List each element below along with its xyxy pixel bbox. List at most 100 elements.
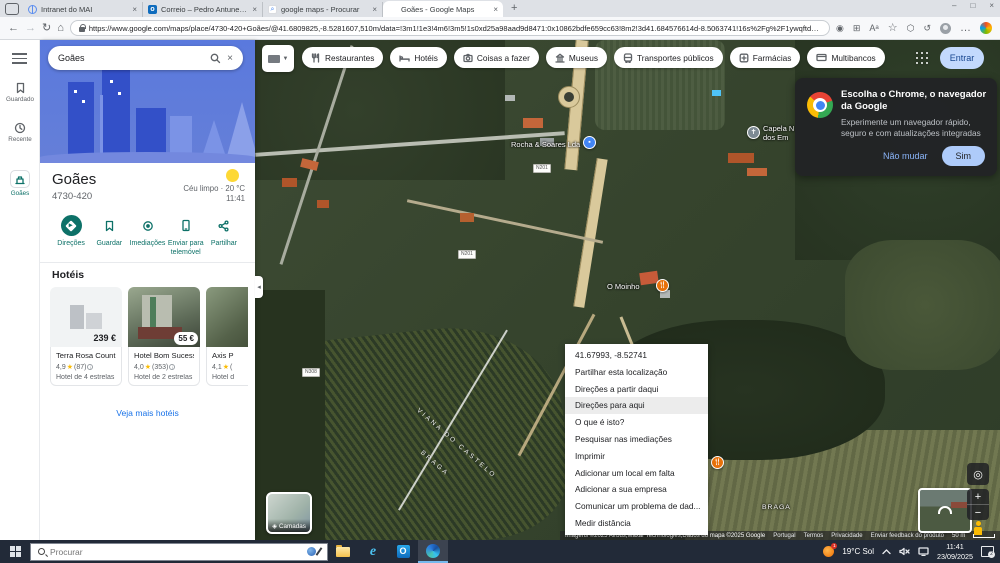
read-aloud-icon[interactable]: Aᵃ [869,23,878,33]
map-label-business[interactable]: Rocha & Soares Lda [511,140,580,149]
tab-intranet[interactable]: Intranet do MAI × [23,2,143,17]
menu-item-share-location[interactable]: Partilhar esta localização [565,364,708,381]
copilot-icon[interactable] [980,22,992,34]
chip-things-to-do[interactable]: Coisas a fazer [453,47,539,68]
google-apps-grid-icon[interactable] [916,52,929,65]
hotel-card[interactable]: Axis P 4,1 ★ ( Hotel d [206,287,248,397]
promo-accept-button[interactable]: Sim [941,146,985,166]
share-button[interactable]: Partilhar [205,215,243,258]
action-center-icon[interactable]: 2 [981,546,995,558]
attribution-link[interactable]: Privacidade [831,533,862,539]
sidebar-item-saved[interactable]: Guardado [0,82,40,103]
forward-icon[interactable]: → [25,22,36,34]
url-text[interactable]: https://www.google.com/maps/place/4730-4… [89,24,821,33]
taskbar-search-input[interactable] [50,546,302,557]
menu-item-measure-distance[interactable]: Medir distância [565,515,708,532]
tab-google-maps-active[interactable]: Goães - Google Maps × [383,1,503,17]
internet-explorer-icon[interactable]: e [358,540,388,563]
profile-avatar[interactable] [940,22,951,34]
chip-transit[interactable]: Transportes públicos [613,47,723,68]
collapse-panel-button[interactable]: ◂ [255,276,263,298]
split-screen-icon[interactable]: ⊞ [853,23,861,33]
sign-in-button[interactable]: Entrar [940,47,984,69]
start-button[interactable] [0,540,30,563]
chip-restaurants[interactable]: Restaurantes [302,47,384,68]
layers-widget[interactable]: ◈ Camadas [266,492,312,534]
menu-item-directions-to[interactable]: Direções para aqui [565,397,708,415]
nearby-button[interactable]: Imediações [128,215,166,258]
tab-search[interactable]: ⌕ google maps - Procurar × [263,2,383,17]
tab-outlook[interactable]: o Correio – Pedro Antunes – Outlo × [143,2,263,17]
taskbar-clock[interactable]: 11:41 23/09/2025 [937,542,973,561]
menu-item-directions-from[interactable]: Direções a partir daqui [565,381,708,398]
zoom-in-button[interactable]: + [967,489,989,505]
refresh-icon[interactable]: ↻ [42,22,51,34]
file-explorer-icon[interactable] [328,540,358,563]
outlook-taskbar-icon[interactable]: O [388,540,418,563]
close-tab-icon[interactable]: × [372,5,377,14]
see-more-hotels-link[interactable]: Veja mais hotéis [40,408,255,418]
edge-taskbar-icon[interactable] [418,540,448,563]
restaurant-marker[interactable]: 🍴︎ [656,279,669,292]
close-tab-icon[interactable]: × [252,5,257,14]
tray-expand-icon[interactable] [882,548,891,555]
poi-marker[interactable]: 🍴︎ [711,456,724,469]
chip-hotels[interactable]: Hotéis [390,47,447,68]
search-icon[interactable] [210,53,221,64]
menu-item-whats-here[interactable]: O que é isto? [565,414,708,431]
extensions-icon[interactable]: ⬡ [907,23,915,33]
menu-item-add-missing-place[interactable]: Adicionar um local em falta [565,465,708,482]
close-window-button[interactable]: × [989,1,994,10]
maximize-button[interactable]: □ [970,1,975,10]
network-display-icon[interactable] [918,547,929,556]
context-menu-coordinates[interactable]: 41.67993, -8.52741 [565,347,708,364]
business-marker[interactable]: ▪ [583,136,596,149]
menu-item-add-business[interactable]: Adicionar a sua empresa [565,481,708,498]
chip-atms[interactable]: Multibancos [807,47,885,68]
attribution-link[interactable]: Portugal [773,533,795,539]
save-button[interactable]: Guardar [90,215,128,258]
sidebar-item-goaes[interactable]: Goães [0,170,40,197]
menu-item-print[interactable]: Imprimir [565,448,708,465]
clear-search-icon[interactable]: × [227,53,233,64]
close-tab-icon[interactable]: × [132,5,137,14]
address-bar[interactable]: https://www.google.com/maps/place/4730-4… [69,20,830,36]
pegman-icon[interactable] [971,521,985,536]
taskbar-search-box[interactable] [30,542,328,561]
close-tab-icon[interactable]: × [493,5,498,14]
taskbar-weather-text[interactable]: 19°C Sol [842,547,874,556]
zoom-out-button[interactable]: − [967,505,989,520]
street-view-thumbnail[interactable] [918,488,972,533]
imagery-toggle[interactable]: ▼ [262,45,294,72]
more-menu-icon[interactable]: … [960,22,971,34]
search-input[interactable] [58,53,205,63]
map-label-restaurant[interactable]: O Moinho [607,282,640,291]
hotel-card[interactable]: 239 € Terra Rosa Count... 4,9 ★ (87) i Hot… [50,287,122,397]
minimize-button[interactable]: – [952,1,956,10]
new-tab-button[interactable]: + [511,2,517,14]
menu-item-search-nearby[interactable]: Pesquisar nas imediações [565,431,708,448]
directions-button[interactable]: Direções [52,215,90,258]
promo-decline-button[interactable]: Não mudar [883,151,928,161]
favorite-star-icon[interactable]: ☆ [888,22,898,34]
location-icon[interactable]: ◉ [836,23,844,33]
back-icon[interactable]: ← [8,22,19,34]
history-icon[interactable]: ↺ [923,23,931,33]
bing-daily-icon[interactable] [307,547,323,556]
attribution-link[interactable]: Termos [804,533,824,539]
maps-search-box[interactable]: × [48,46,243,70]
tab-list-icon[interactable] [5,3,19,15]
menu-icon[interactable] [12,53,27,67]
sidebar-item-recent[interactable]: Recente [0,122,40,143]
chip-pharmacies[interactable]: Farmácias [729,47,801,68]
map-label-chapel[interactable]: Capela Ndos Em [763,124,794,142]
weather-taskbar-icon[interactable]: 1 [823,543,838,557]
menu-item-report-data-problem[interactable]: Comunicar um problema de dad... [565,498,708,515]
volume-muted-icon[interactable] [899,547,910,556]
my-location-button[interactable]: ◎ [967,463,989,485]
home-icon[interactable]: ⌂ [57,22,64,34]
send-to-phone-button[interactable]: Enviar para telemóvel [167,215,205,258]
chapel-marker[interactable]: ✝ [747,126,760,139]
chip-museums[interactable]: Museus [545,47,607,68]
hotel-card[interactable]: 55 € Hotel Bom Sucesso 4,0★ (353)i Hotel… [128,287,200,397]
